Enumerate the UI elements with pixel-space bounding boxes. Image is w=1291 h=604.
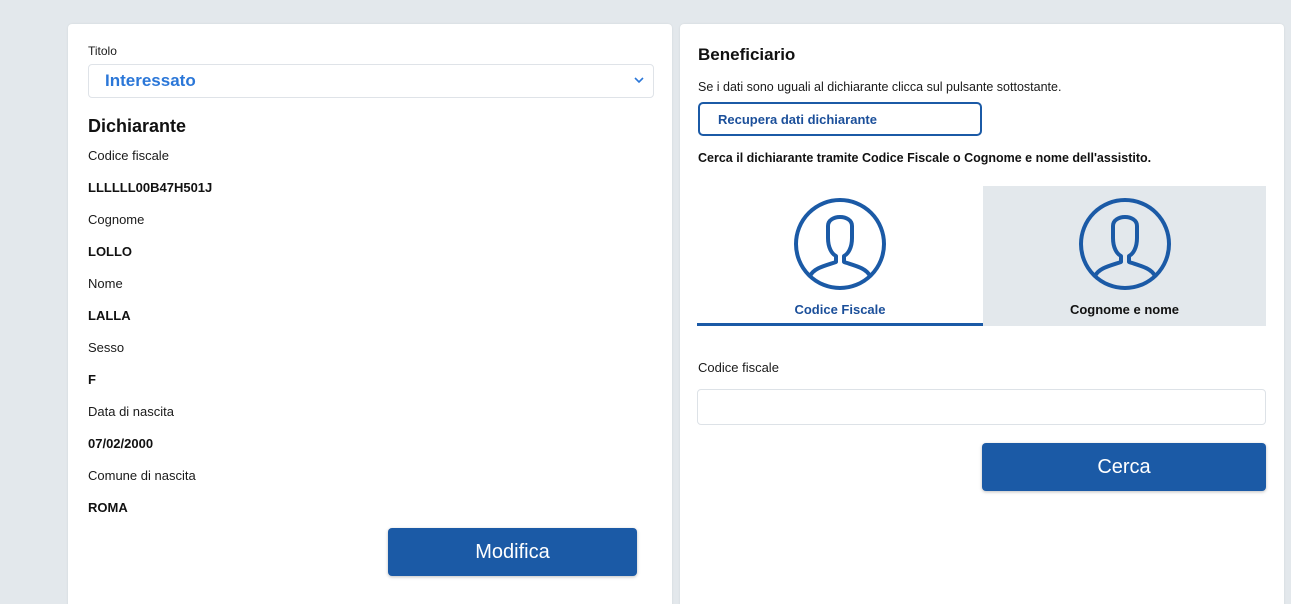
field-value-comune-di-nascita: ROMA (88, 500, 128, 515)
tab-codice-fiscale[interactable]: Codice Fiscale (697, 186, 983, 326)
field-label-nome: Nome (88, 276, 123, 291)
tab-cognome-e-nome-label: Cognome e nome (1069, 302, 1180, 317)
field-value-sesso: F (88, 372, 96, 387)
titolo-selected-value: Interessato (105, 71, 196, 90)
field-label-data-di-nascita: Data di nascita (88, 404, 174, 419)
person-circle-icon (1078, 198, 1171, 290)
codice-fiscale-input[interactable] (697, 389, 1266, 425)
tab-cognome-e-nome[interactable]: Cognome e nome (983, 186, 1266, 326)
cerca-button[interactable]: Cerca (982, 443, 1266, 491)
field-label-codice-fiscale: Codice fiscale (88, 148, 169, 163)
field-value-nome: LALLA (88, 308, 131, 323)
field-value-cognome: LOLLO (88, 244, 133, 259)
dichiarante-title: Dichiarante (88, 116, 187, 136)
chevron-down-icon (634, 77, 644, 84)
tab-codice-fiscale-label: Codice Fiscale (794, 302, 886, 317)
titolo-select[interactable]: Interessato (88, 64, 654, 98)
dichiarante-card: Titolo Interessato Dichiarante Codice fi… (68, 24, 672, 604)
titolo-label: Titolo (88, 44, 117, 58)
recupera-dati-button[interactable]: Recupera dati dichiarante (698, 102, 982, 136)
field-label-sesso: Sesso (88, 340, 125, 355)
modifica-button[interactable]: Modifica (388, 528, 637, 576)
beneficiario-title: Beneficiario (698, 45, 796, 64)
field-label-comune-di-nascita: Comune di nascita (88, 468, 196, 483)
person-circle-icon (794, 198, 886, 290)
field-value-codice-fiscale: LLLLLL00B47H501J (88, 180, 213, 195)
codice-fiscale-input-label: Codice fiscale (698, 360, 779, 375)
beneficiario-info-text: Se i dati sono uguali al dichiarante cli… (698, 80, 1062, 94)
field-label-cognome: Cognome (88, 212, 145, 227)
beneficiario-card: Beneficiario Se i dati sono uguali al di… (680, 24, 1284, 604)
search-hint-text: Cerca il dichiarante tramite Codice Fisc… (698, 151, 1152, 165)
field-value-data-di-nascita: 07/02/2000 (88, 436, 154, 451)
